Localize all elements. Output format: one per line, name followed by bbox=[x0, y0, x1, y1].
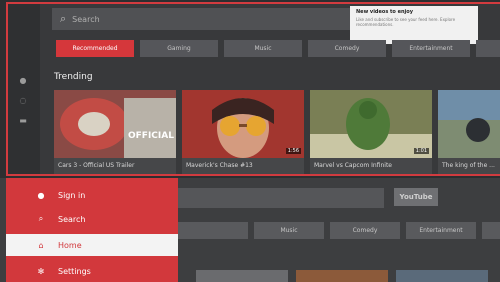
video-duration: 1:01 bbox=[413, 148, 429, 154]
thumbnail-overlay-text: OFFICIAL TRAIL... bbox=[128, 131, 176, 141]
user-icon: ● bbox=[37, 190, 45, 200]
tooltip-text: Like and subscribe to see your feed here… bbox=[356, 17, 456, 27]
video-card[interactable]: OFFICIAL TRAIL... Cars 3 - Official US T… bbox=[54, 90, 176, 174]
youtube-logo: YouTube bbox=[394, 188, 438, 206]
bottom-category-tabs: Music Comedy Entertainment bbox=[178, 222, 500, 239]
tv-screen-top: ● ◌ ▬ ⌕ Search New videos to enjoy Like … bbox=[6, 2, 500, 176]
search-bar[interactable]: ⌕ Search bbox=[52, 8, 352, 30]
gear-icon: ✻ bbox=[37, 266, 45, 276]
tab-recommended[interactable]: Recommended bbox=[56, 40, 134, 57]
tab-entertainment[interactable]: Entertainment bbox=[406, 222, 476, 239]
video-duration: 1:56 bbox=[285, 148, 301, 154]
menu-item-label: Sign in bbox=[58, 190, 86, 200]
menu-item-label: Search bbox=[58, 214, 86, 224]
menu-item-settings[interactable]: ✻ Settings bbox=[6, 260, 178, 282]
search-icon: ⌕ bbox=[38, 214, 44, 223]
tab-comedy[interactable]: Comedy bbox=[330, 222, 400, 239]
video-thumbnail bbox=[438, 90, 500, 158]
tab-comedy[interactable]: Comedy bbox=[308, 40, 386, 57]
side-menu: ● Sign in ⌕ Search ⌂ Home ✻ Settings bbox=[6, 178, 178, 282]
video-title: Marvel vs Capcom Infinite bbox=[314, 162, 392, 169]
tab-music[interactable]: Music bbox=[224, 40, 302, 57]
video-card[interactable]: 1:01 Marvel vs Capcom Infinite bbox=[310, 90, 432, 174]
category-tabs: Recommended Gaming Music Comedy Entertai… bbox=[56, 40, 500, 57]
bottom-search-bar[interactable] bbox=[178, 188, 384, 208]
video-thumbnail: OFFICIAL TRAIL... bbox=[54, 90, 176, 158]
video-row: OFFICIAL TRAIL... Cars 3 - Official US T… bbox=[54, 90, 500, 174]
home-rail-icon[interactable]: ● bbox=[18, 76, 28, 86]
video-title: The king of the ... bbox=[442, 162, 495, 169]
nav-rail: ● ◌ ▬ bbox=[8, 4, 40, 174]
home-icon: ⌂ bbox=[38, 240, 44, 250]
bottom-thumbnail-row bbox=[196, 270, 488, 282]
tab-music[interactable]: Music bbox=[254, 222, 324, 239]
menu-item-label: Settings bbox=[58, 266, 91, 276]
info-tooltip: New videos to enjoy Like and subscribe t… bbox=[350, 6, 478, 44]
search-rail-icon[interactable]: ◌ bbox=[18, 96, 28, 106]
search-placeholder: Search bbox=[72, 14, 100, 24]
tab-entertainment[interactable]: Entertainment bbox=[392, 40, 470, 57]
video-thumbnail[interactable] bbox=[396, 270, 488, 282]
menu-item-label: Home bbox=[58, 240, 82, 250]
menu-item-home[interactable]: ⌂ Home bbox=[6, 234, 178, 256]
settings-rail-icon[interactable]: ▬ bbox=[18, 116, 28, 126]
section-title-trending: Trending bbox=[54, 72, 93, 82]
tab-more[interactable] bbox=[476, 40, 500, 57]
video-title: Cars 3 - Official US Trailer bbox=[58, 162, 135, 169]
video-thumbnail[interactable] bbox=[196, 270, 288, 282]
tv-screen-bottom: YouTube Music Comedy Entertainment ● Sig… bbox=[0, 178, 500, 282]
tab-blank[interactable] bbox=[178, 222, 248, 239]
menu-item-search[interactable]: ⌕ Search bbox=[6, 208, 178, 230]
search-icon: ⌕ bbox=[60, 12, 67, 25]
video-card[interactable]: 1:56 Maverick's Chase #13 bbox=[182, 90, 304, 174]
tooltip-title: New videos to enjoy bbox=[356, 9, 413, 15]
video-title: Maverick's Chase #13 bbox=[186, 162, 253, 169]
tab-gaming[interactable]: Gaming bbox=[140, 40, 218, 57]
menu-item-sign-in[interactable]: ● Sign in bbox=[6, 184, 178, 206]
tab-more[interactable] bbox=[482, 222, 500, 239]
video-thumbnail[interactable] bbox=[296, 270, 388, 282]
video-card[interactable]: The king of the ... bbox=[438, 90, 500, 174]
